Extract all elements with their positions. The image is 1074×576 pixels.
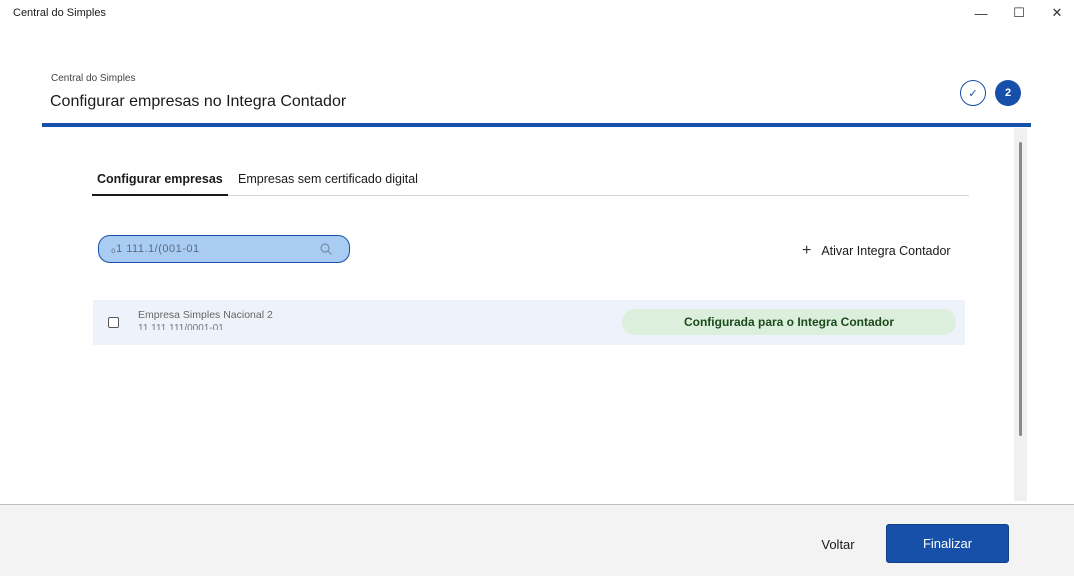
company-document: 11.111.111/0001-01 [138,323,224,330]
footer-bar: Voltar Finalizar [0,504,1074,576]
step-2-current: 2 [995,80,1021,106]
title-bar: Central do Simples — ☐ ✕ [0,0,1074,28]
header-accent-bar [42,123,1031,127]
activate-integra-contador-button[interactable]: + Ativar Integra Contador [802,242,951,260]
page-title: Configurar empresas no Integra Contador [50,93,347,110]
content-panel: Configurar empresas Empresas sem certifi… [42,128,1031,503]
company-name: Empresa Simples Nacional 2 [138,309,273,321]
window-title: Central do Simples [13,7,106,19]
search-input[interactable] [111,241,311,257]
status-badge: Configurada para o Integra Contador [622,309,956,335]
vertical-scrollbar[interactable] [1014,128,1027,501]
wizard-header: Central do Simples Configurar empresas n… [42,60,1031,128]
minimize-icon[interactable]: — [970,4,992,22]
scrollbar-thumb[interactable] [1019,142,1022,436]
company-select-checkbox[interactable] [108,317,119,328]
close-icon[interactable]: ✕ [1046,4,1068,22]
back-button[interactable]: Voltar [800,529,876,559]
finish-button[interactable]: Finalizar [886,524,1009,563]
plus-icon: + [802,242,812,259]
search-icon[interactable] [319,242,333,256]
company-row[interactable]: Empresa Simples Nacional 2 11.111.111/00… [93,300,965,345]
activate-button-label: Ativar Integra Contador [821,244,951,258]
tab-bar: Configurar empresas Empresas sem certifi… [92,168,969,196]
breadcrumb: Central do Simples [51,73,136,84]
tab-configurar-empresas[interactable]: Configurar empresas [92,172,228,196]
step-1-done-check-icon: ✓ [960,80,986,106]
tab-empresas-sem-certificado[interactable]: Empresas sem certificado digital [238,172,418,196]
maximize-icon[interactable]: ☐ [1008,4,1030,22]
search-box[interactable] [98,235,350,263]
